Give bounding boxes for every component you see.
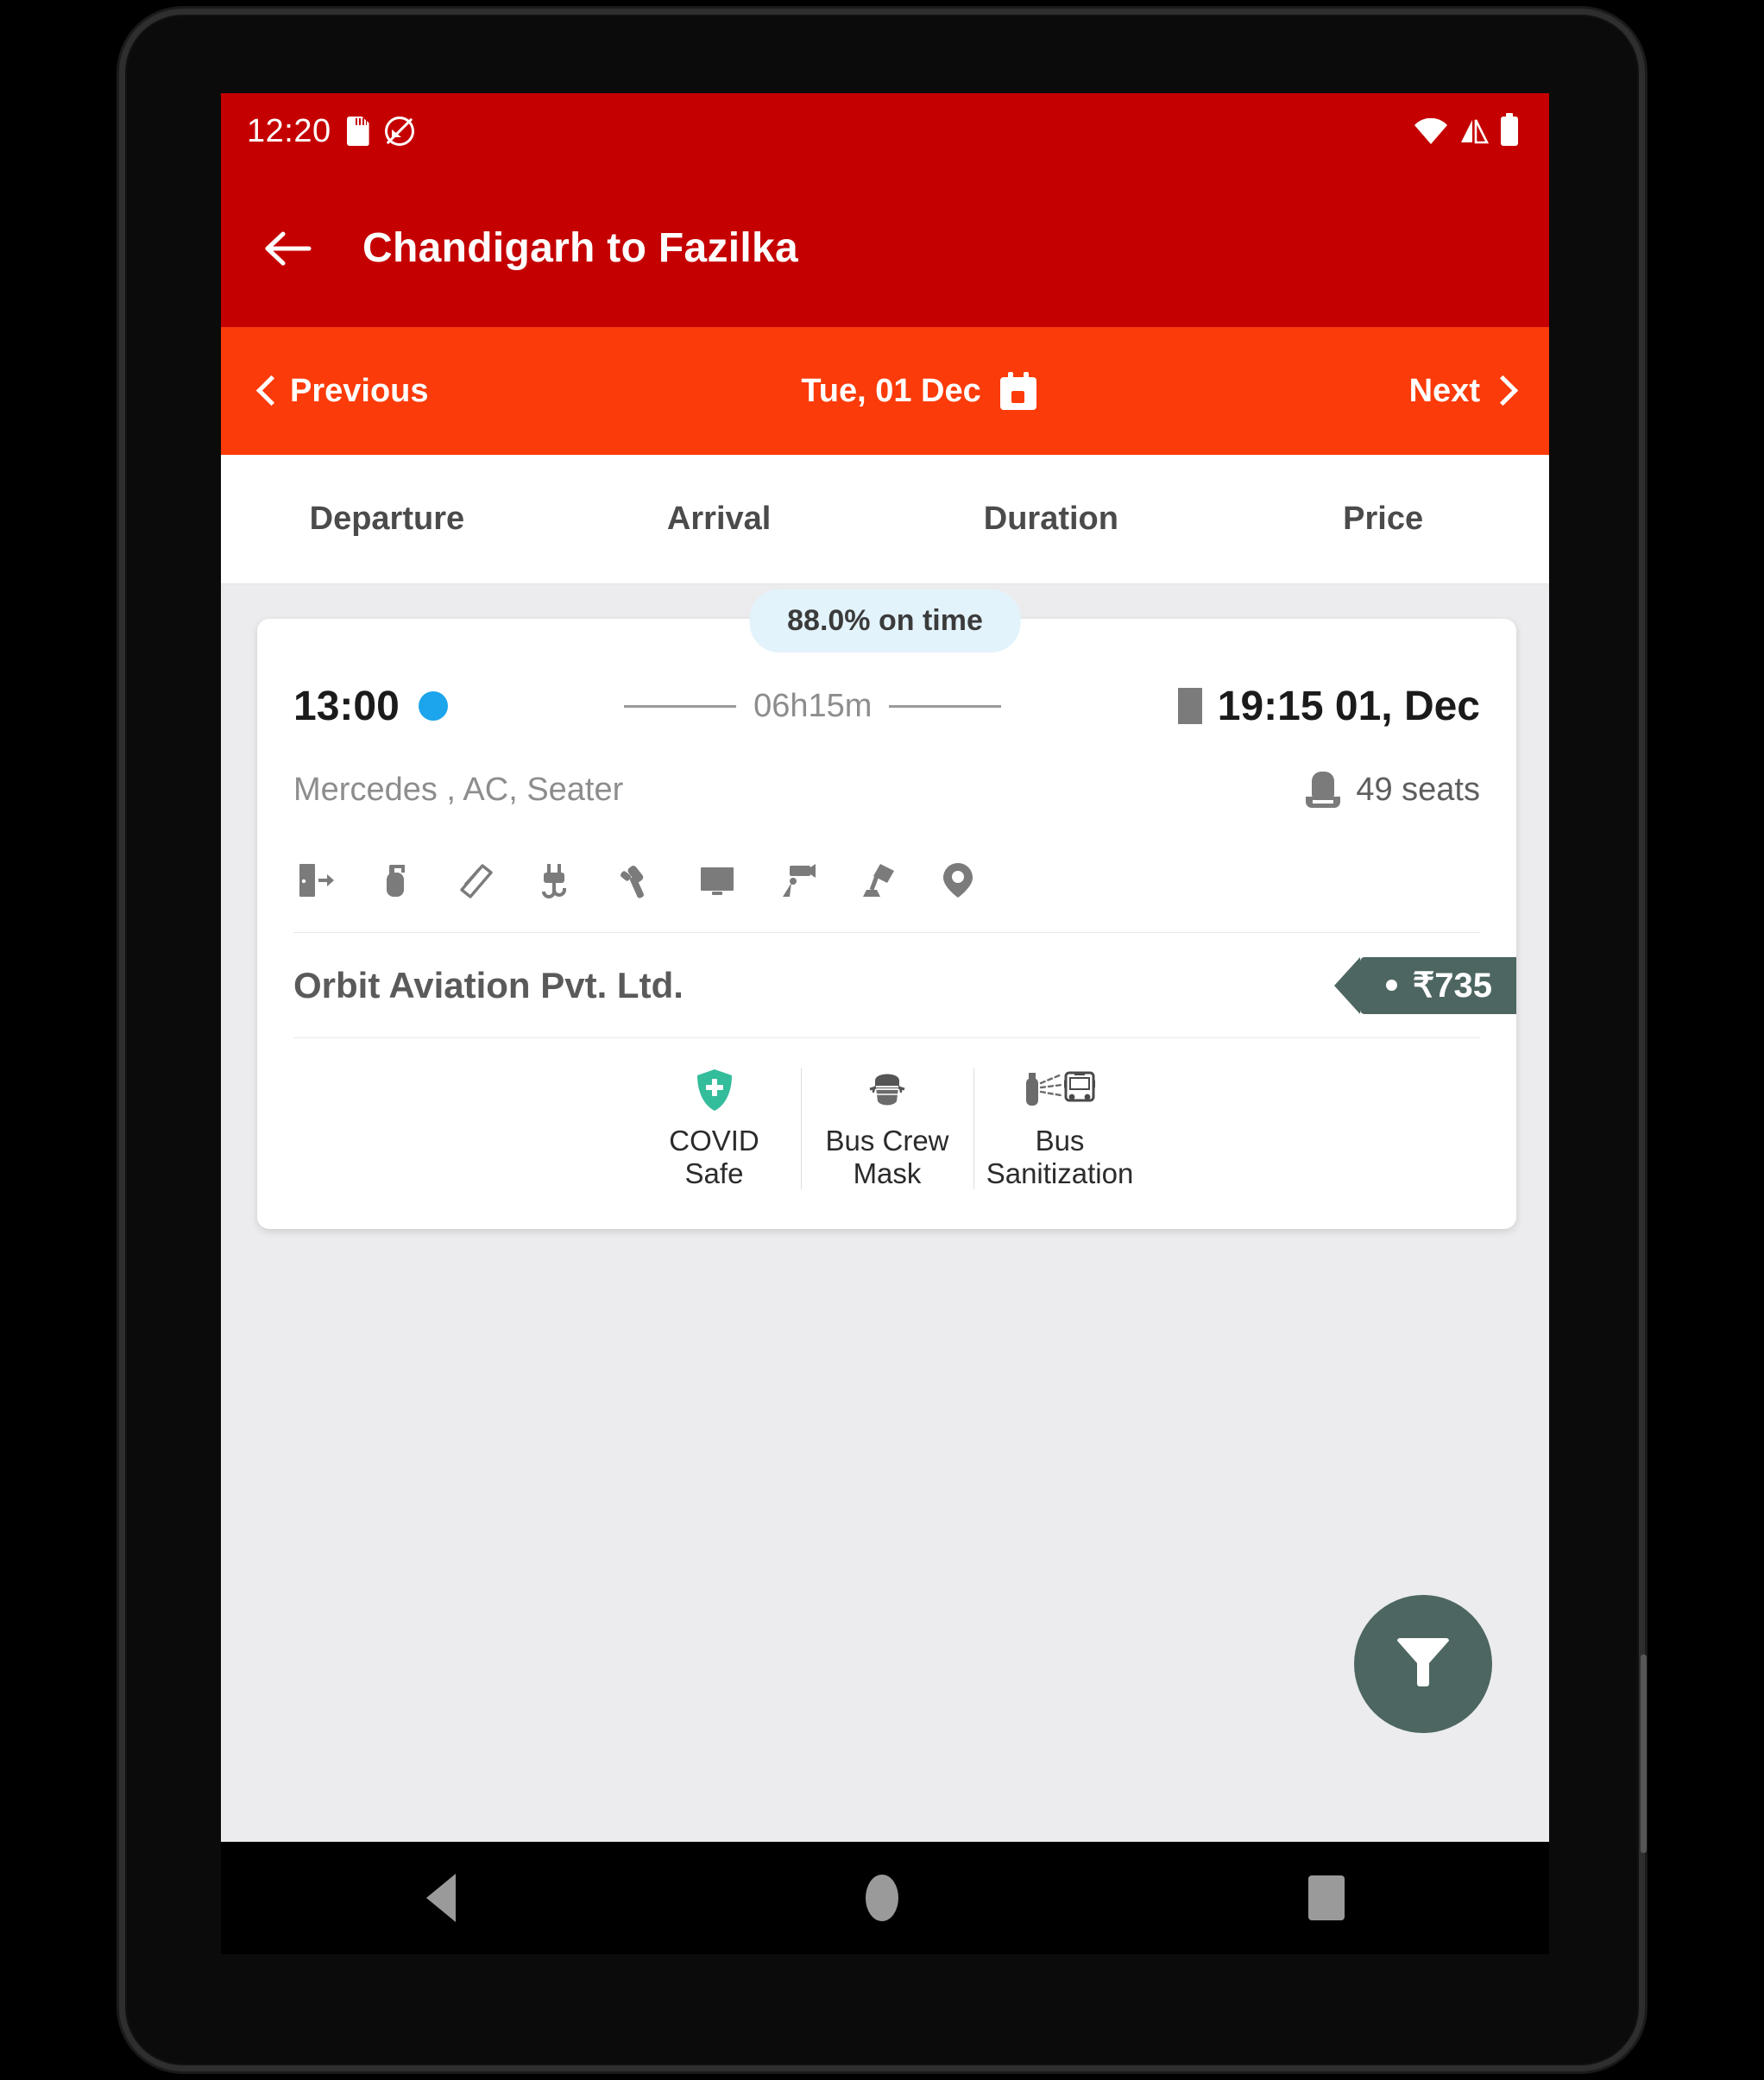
bus-meta-row: Mercedes , AC, Seater 49 seats (293, 748, 1480, 831)
tab-departure[interactable]: Departure (221, 501, 553, 538)
bus-result-card[interactable]: 13:00 06h15m 19:15 01, Dec Mercedes , AC… (257, 619, 1516, 1230)
bus-crew-mask-item: Bus Crew Mask (800, 1068, 973, 1190)
covid-safe-label: COVID Safe (669, 1125, 759, 1189)
emergency-hammer-icon (614, 858, 659, 903)
status-clock: 12:20 (247, 112, 331, 149)
sort-tab-bar: Departure Arrival Duration Price (221, 455, 1549, 584)
sd-card-icon (346, 117, 369, 146)
wifi-icon (1414, 118, 1447, 144)
live-tracking-icon (936, 858, 980, 903)
departure-time: 13:00 (293, 683, 400, 729)
seat-icon (1306, 772, 1341, 808)
departure-dot-icon (418, 691, 448, 721)
previous-label: Previous (290, 372, 429, 409)
tab-price[interactable]: Price (1217, 501, 1549, 538)
phone-screen: 12:20 Chandigarh to Fazilka Previous Tue… (221, 93, 1549, 1842)
seats-group: 49 seats (1306, 772, 1480, 809)
amenities-row (293, 831, 1480, 933)
bus-sanitization-icon (1023, 1068, 1097, 1112)
tab-arrival[interactable]: Arrival (553, 501, 885, 538)
calendar-icon[interactable] (999, 372, 1036, 410)
duration-line-right (889, 704, 1002, 708)
arrival-group: 19:15 01, Dec (1177, 683, 1480, 730)
duration-group: 06h15m (448, 688, 1178, 725)
cctv-camera-icon (775, 858, 820, 903)
seats-available-label: 49 seats (1356, 771, 1480, 808)
date-picker-button[interactable]: Tue, 01 Dec (801, 372, 1036, 410)
next-day-button[interactable]: Next (1409, 373, 1511, 410)
bus-results-list: 88.0% on time 13:00 06h15m 19:15 01, Dec (221, 584, 1549, 1842)
operator-row: Orbit Aviation Pvt. Ltd. ₹735 (293, 933, 1516, 1038)
nav-recents-icon[interactable] (1307, 1875, 1345, 1920)
arrival-marker-icon (1177, 688, 1202, 724)
bus-sanitization-item: Bus Sanitization (973, 1068, 1146, 1190)
price-tag[interactable]: ₹735 (1333, 956, 1516, 1014)
nav-home-icon[interactable] (865, 1875, 898, 1921)
battery-icon (1501, 113, 1518, 146)
face-mask-icon (865, 1068, 910, 1112)
on-time-badge: 88.0% on time (749, 589, 1021, 652)
reading-light-icon (855, 858, 900, 903)
date-navigation-bar: Previous Tue, 01 Dec Next (221, 327, 1549, 455)
auto-rotate-off-icon (384, 117, 414, 146)
filter-funnel-icon (1395, 1636, 1452, 1693)
previous-day-button[interactable]: Previous (259, 373, 429, 410)
price-tag-hole-icon (1385, 980, 1397, 991)
arrival-time: 19:15 01, Dec (1217, 683, 1480, 729)
filter-button[interactable] (1354, 1595, 1492, 1733)
operator-name: Orbit Aviation Pvt. Ltd. (293, 964, 684, 1005)
status-bar-left: 12:20 (247, 113, 414, 150)
hammer-icon (454, 858, 499, 903)
bus-sanitization-label: Bus Sanitization (986, 1125, 1134, 1189)
chevron-right-icon (1494, 376, 1511, 406)
chevron-left-icon (259, 376, 276, 406)
bus-type-label: Mercedes , AC, Seater (293, 771, 624, 808)
nav-back-icon[interactable] (425, 1874, 456, 1922)
price-amount: ₹735 (1412, 966, 1492, 1005)
back-arrow-icon[interactable] (264, 230, 312, 268)
emergency-exit-icon (293, 858, 338, 903)
duration-line-left (624, 704, 737, 708)
android-navigation-bar (221, 1842, 1549, 1954)
status-bar: 12:20 (221, 93, 1549, 169)
covid-shield-icon (696, 1068, 733, 1112)
fire-extinguisher-icon (374, 858, 419, 903)
signal-icon (1459, 118, 1490, 144)
status-bar-right (1414, 113, 1518, 146)
bus-crew-mask-label: Bus Crew Mask (825, 1125, 949, 1189)
duration-text: 06h15m (753, 687, 873, 724)
charging-point-icon (534, 858, 579, 903)
page-title: Chandigarh to Fazilka (362, 225, 799, 271)
departure-group: 13:00 (293, 683, 448, 730)
selected-date-label: Tue, 01 Dec (801, 372, 981, 409)
tab-duration[interactable]: Duration (885, 501, 1218, 538)
next-label: Next (1408, 372, 1480, 409)
app-bar: Chandigarh to Fazilka (221, 169, 1549, 327)
tv-icon (695, 858, 740, 903)
power-button[interactable] (1641, 1655, 1647, 1853)
covid-safe-item: COVID Safe (628, 1068, 801, 1189)
covid-safety-row: COVID Safe Bus Crew Mask Bus Sanitizatio… (293, 1038, 1480, 1229)
